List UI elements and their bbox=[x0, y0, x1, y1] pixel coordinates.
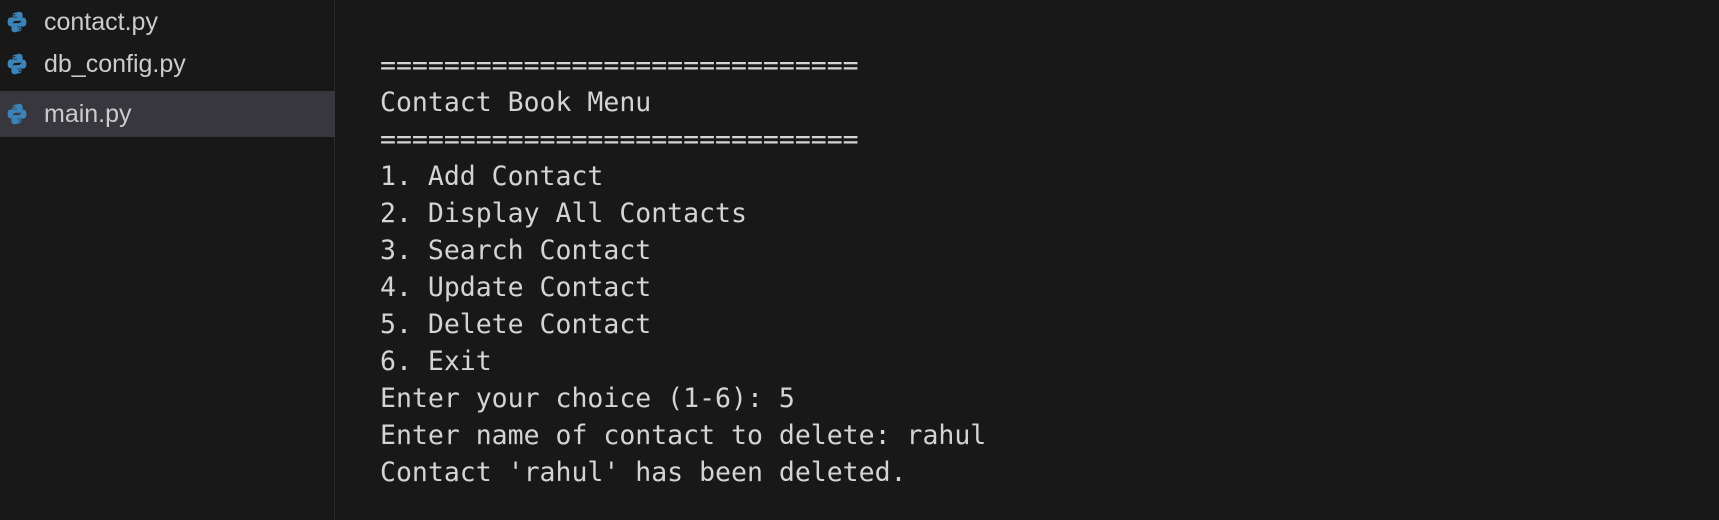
delete-confirmation: Contact 'rahul' has been deleted. bbox=[380, 457, 907, 488]
menu-option-update: 4. Update Contact bbox=[380, 272, 652, 303]
menu-option-display: 2. Display All Contacts bbox=[380, 198, 747, 229]
menu-separator-top: ============================== bbox=[380, 50, 859, 81]
menu-title: Contact Book Menu bbox=[380, 87, 652, 118]
python-file-icon bbox=[7, 103, 27, 125]
file-item-main-py[interactable]: main.py bbox=[0, 91, 335, 137]
file-label: contact.py bbox=[44, 7, 158, 36]
choice-prompt: Enter your choice (1-6): 5 bbox=[380, 383, 795, 414]
file-explorer: contact.py db_config.py main.py bbox=[0, 0, 335, 520]
python-file-icon bbox=[7, 11, 27, 33]
file-label: main.py bbox=[44, 99, 132, 128]
terminal-output: ============================== Contact B… bbox=[380, 47, 986, 491]
menu-option-search: 3. Search Contact bbox=[380, 235, 652, 266]
menu-option-exit: 6. Exit bbox=[380, 346, 492, 377]
menu-separator-bottom: ============================== bbox=[380, 124, 859, 155]
file-label: db_config.py bbox=[44, 49, 186, 78]
file-item-contact-py[interactable]: contact.py bbox=[0, 0, 335, 45]
app-window: contact.py db_config.py main.py ========… bbox=[0, 0, 1719, 520]
python-file-icon bbox=[7, 53, 27, 75]
menu-option-delete: 5. Delete Contact bbox=[380, 309, 652, 340]
terminal-panel[interactable]: ============================== Contact B… bbox=[336, 0, 1719, 520]
delete-prompt: Enter name of contact to delete: rahul bbox=[380, 420, 987, 451]
menu-option-add: 1. Add Contact bbox=[380, 161, 604, 192]
file-item-db-config-py[interactable]: db_config.py bbox=[0, 41, 335, 87]
